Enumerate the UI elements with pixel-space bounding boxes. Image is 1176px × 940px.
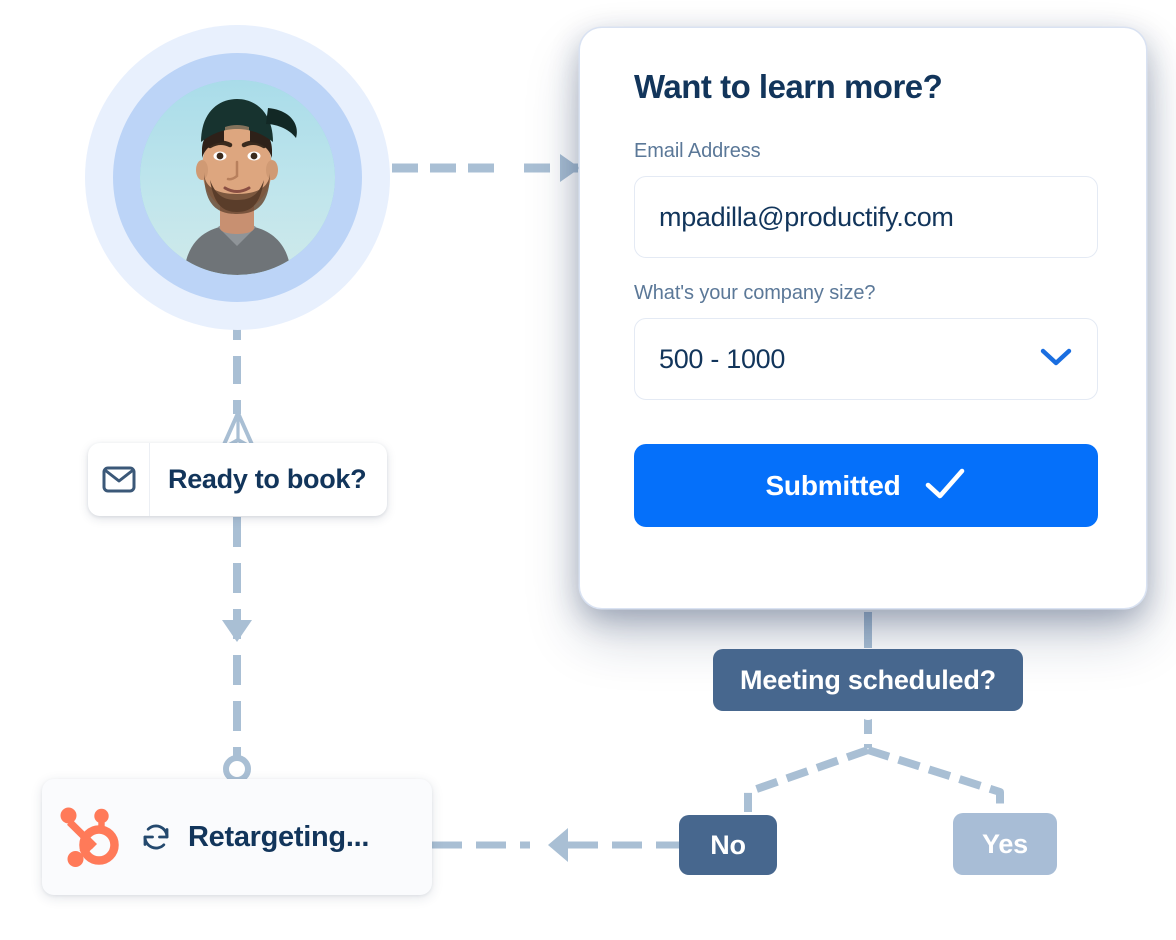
company-size-value: 500 - 1000	[659, 343, 786, 374]
check-icon	[923, 466, 967, 505]
chip-branch-no[interactable]: No	[679, 815, 777, 875]
submit-button[interactable]: Submitted	[634, 444, 1098, 527]
avatar	[85, 25, 390, 330]
chip-branch-yes-label: Yes	[982, 828, 1028, 859]
ready-to-book-label: Ready to book?	[168, 464, 367, 494]
arrow-marker-to-card	[560, 154, 580, 182]
envelope-icon	[88, 443, 150, 516]
arrow-marker-left	[548, 828, 568, 862]
submit-button-label: Submitted	[765, 469, 901, 501]
node-ready-to-book[interactable]: Ready to book?	[88, 443, 387, 516]
company-size-field-label: What's your company size?	[634, 282, 876, 304]
sync-refresh-icon	[138, 819, 174, 855]
company-size-select[interactable]: 500 - 1000	[634, 318, 1098, 400]
connector-dot-hubspot	[223, 755, 251, 783]
avatar-ring	[113, 53, 362, 302]
chip-branch-yes[interactable]: Yes	[953, 813, 1057, 875]
workflow-canvas: Ready to book? Retargeting... Want to le…	[0, 0, 1176, 940]
retargeting-label: Retargeting...	[188, 820, 370, 853]
email-field-value: mpadilla@productify.com	[659, 201, 954, 232]
arrow-marker-down	[222, 620, 252, 642]
node-retargeting[interactable]: Retargeting...	[42, 779, 432, 895]
chip-meeting-scheduled[interactable]: Meeting scheduled?	[713, 649, 1023, 711]
email-field[interactable]: mpadilla@productify.com	[634, 176, 1098, 258]
lead-capture-form-card: Want to learn more? Email Address mpadil…	[580, 28, 1146, 608]
hubspot-logo-icon	[42, 804, 138, 870]
chevron-down-icon[interactable]	[1039, 346, 1073, 373]
avatar-photo	[140, 80, 335, 275]
email-field-label: Email Address	[634, 140, 761, 162]
page-title: Want to learn more?	[634, 68, 943, 105]
chip-meeting-scheduled-label: Meeting scheduled?	[740, 664, 996, 695]
chip-branch-no-label: No	[710, 829, 746, 860]
ready-to-book-label-cell: Ready to book?	[150, 443, 387, 516]
